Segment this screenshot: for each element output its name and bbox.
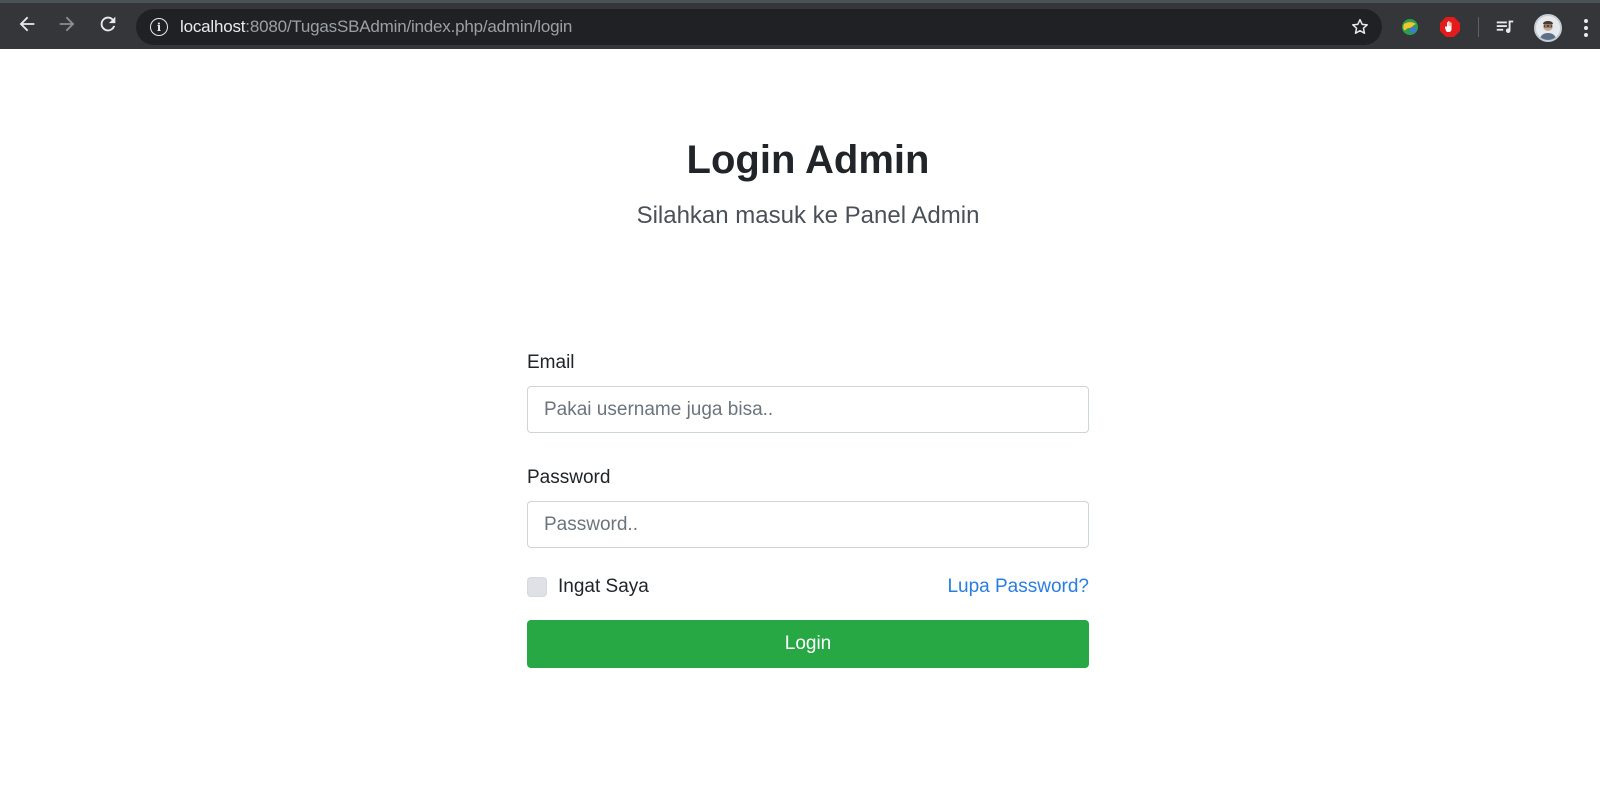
reload-icon [100,16,116,32]
password-label: Password [527,467,611,488]
forgot-password-link[interactable]: Lupa Password? [947,576,1089,598]
menu-dot [1584,33,1588,37]
url-text[interactable]: localhost:8080/TugasSBAdmin/index.php/ad… [180,17,572,37]
site-info-icon[interactable]: i [150,18,168,36]
reload-button[interactable] [93,9,123,39]
password-field[interactable] [527,501,1089,548]
remember-me-checkbox-wrapper[interactable]: Ingat Saya [527,576,649,598]
remember-me-label[interactable]: Ingat Saya [558,576,649,598]
email-group: Email [527,348,1089,433]
profile-avatar[interactable] [1534,14,1562,42]
menu-dot [1584,19,1588,23]
password-group: Password [527,463,1089,548]
kebab-menu-icon[interactable] [1576,16,1596,40]
extension-globe-button[interactable] [1397,14,1423,40]
toolbar-divider [1478,17,1479,37]
adblock-hand-icon [1440,17,1460,37]
browser-toolbar: i localhost:8080/TugasSBAdmin/index.php/… [0,0,1600,49]
url-host: localhost [180,17,246,36]
address-bar[interactable]: i localhost:8080/TugasSBAdmin/index.php/… [136,9,1382,45]
star-icon [1352,18,1368,34]
globe-extension-icon [1402,19,1418,35]
email-field[interactable] [527,386,1089,433]
page-subtitle: Silahkan masuk ke Panel Admin [636,202,980,229]
forward-button[interactable] [52,9,82,39]
forward-arrow-icon [59,16,75,32]
bookmark-button[interactable] [1348,15,1372,39]
login-button[interactable]: Login [527,620,1089,668]
media-queue-icon [1496,20,1514,33]
url-path: :8080/TugasSBAdmin/index.php/admin/login [245,17,573,36]
back-arrow-icon [19,16,35,32]
login-form: Email Password Ingat Saya Lupa Password?… [527,348,1089,668]
page-title: Login Admin [686,138,930,182]
extension-adblock-button[interactable] [1437,14,1463,40]
media-control-button[interactable] [1492,14,1518,40]
remember-row: Ingat Saya Lupa Password? [527,572,1089,602]
back-button[interactable] [12,9,42,39]
menu-dot [1584,26,1588,30]
email-label: Email [527,352,575,373]
remember-me-checkbox[interactable] [527,577,547,597]
profile-avatar-icon [1536,16,1560,40]
